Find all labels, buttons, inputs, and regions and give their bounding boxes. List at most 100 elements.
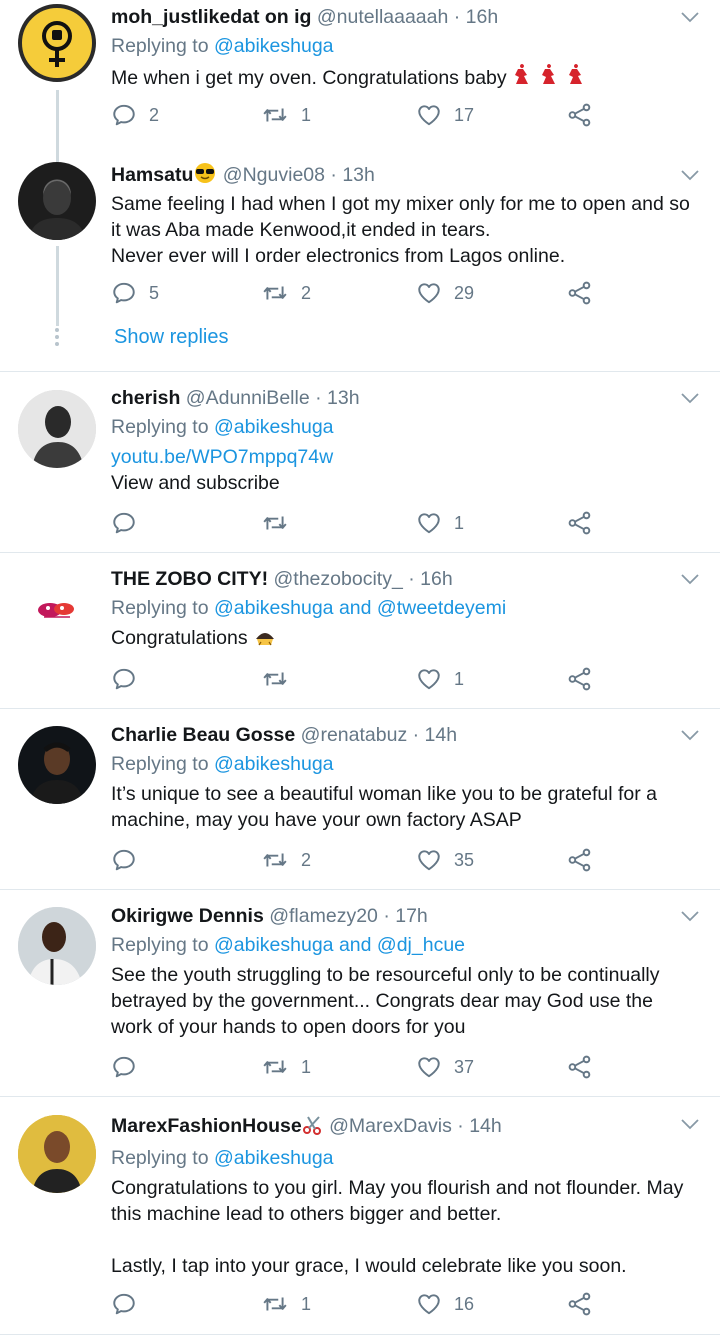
like-button[interactable]: 29 xyxy=(416,277,474,309)
mention-link[interactable]: @dj_hcue xyxy=(377,934,465,956)
replying-to-label: Replying to xyxy=(111,35,209,57)
handle[interactable]: @flamezy20 xyxy=(269,905,378,927)
handle[interactable]: @renatabuz xyxy=(301,724,408,746)
timestamp: · 14h xyxy=(412,724,458,746)
tweet-text-line xyxy=(111,1227,700,1253)
avatar[interactable] xyxy=(18,571,96,649)
reply-icon xyxy=(111,510,137,536)
like-count: 1 xyxy=(454,668,465,689)
tweet[interactable]: MarexFashionHouse @MarexDavis · 14h Repl… xyxy=(0,1097,720,1333)
avatar[interactable] xyxy=(18,907,96,985)
like-button[interactable]: 1 xyxy=(416,663,464,695)
chevron-down-icon[interactable] xyxy=(680,391,700,405)
mention-link[interactable]: @abikeshuga xyxy=(214,416,334,438)
like-count: 37 xyxy=(454,1056,475,1077)
chevron-down-icon[interactable] xyxy=(680,1117,700,1131)
retweet-button[interactable]: 1 xyxy=(261,1051,311,1083)
like-count: 29 xyxy=(454,282,475,303)
url-link[interactable]: youtu.be/WPO7mppq74w xyxy=(111,444,700,470)
retweet-button[interactable]: 2 xyxy=(261,844,311,876)
and-label: and xyxy=(338,934,372,956)
chevron-down-icon[interactable] xyxy=(680,728,700,742)
display-name[interactable]: THE ZOBO CITY! xyxy=(111,568,268,590)
display-name[interactable]: moh_justlikedat on ig xyxy=(111,6,311,28)
reply-button[interactable]: 2 xyxy=(111,99,159,131)
handle[interactable]: @thezobocity_ xyxy=(274,568,403,590)
display-name[interactable]: Okirigwe Dennis xyxy=(111,905,264,927)
like-button[interactable]: 16 xyxy=(416,1288,474,1320)
avatar[interactable] xyxy=(18,1115,96,1193)
replying-to-label: Replying to xyxy=(111,416,209,438)
reply-button[interactable] xyxy=(111,1288,149,1320)
tweet[interactable]: Okirigwe Dennis @flamezy20 · 17h Replyin… xyxy=(0,890,720,1096)
mention-link[interactable]: @abikeshuga xyxy=(214,1147,334,1169)
chevron-down-icon[interactable] xyxy=(680,10,700,24)
share-button[interactable] xyxy=(567,1051,593,1083)
retweet-button[interactable]: 1 xyxy=(261,1288,311,1320)
tweet[interactable]: Charlie Beau Gosse @renatabuz · 14h Repl… xyxy=(0,709,720,889)
retweet-count: 2 xyxy=(301,282,312,303)
reply-button[interactable] xyxy=(111,1051,149,1083)
chevron-down-icon[interactable] xyxy=(680,909,700,923)
tweet[interactable]: THE ZOBO CITY! @thezobocity_ · 16h Reply… xyxy=(0,553,720,708)
handle[interactable]: @MarexDavis xyxy=(329,1115,452,1137)
display-name[interactable]: cherish xyxy=(111,387,180,409)
share-button[interactable] xyxy=(567,663,593,695)
show-replies-link[interactable]: Show replies xyxy=(114,326,229,349)
like-count: 16 xyxy=(454,1293,475,1314)
retweet-button[interactable]: 2 xyxy=(261,277,311,309)
retweet-icon xyxy=(261,666,289,692)
timestamp: · 17h xyxy=(383,905,428,927)
avatar[interactable] xyxy=(18,4,96,82)
heart-icon xyxy=(416,280,442,306)
share-button[interactable] xyxy=(567,507,593,539)
like-button[interactable]: 37 xyxy=(416,1051,474,1083)
like-button[interactable]: 35 xyxy=(416,844,474,876)
share-button[interactable] xyxy=(567,844,593,876)
replying-to-label: Replying to xyxy=(111,597,209,619)
retweet-button[interactable]: 1 xyxy=(261,99,311,131)
retweet-button[interactable] xyxy=(261,507,301,539)
share-button[interactable] xyxy=(567,1288,593,1320)
heart-icon xyxy=(416,1291,442,1317)
chevron-down-icon[interactable] xyxy=(680,572,700,586)
share-icon xyxy=(567,1054,593,1080)
handle[interactable]: @AdunniBelle xyxy=(186,387,310,409)
avatar[interactable] xyxy=(18,162,96,240)
reply-button[interactable] xyxy=(111,507,149,539)
tweet[interactable]: moh_justlikedat on ig @nutellaaaaah · 16… xyxy=(0,0,720,160)
scissors-emoji-icon xyxy=(302,1115,324,1142)
reply-button[interactable] xyxy=(111,844,149,876)
display-name[interactable]: Hamsatu xyxy=(111,164,193,186)
reply-button[interactable]: 5 xyxy=(111,277,159,309)
tweet[interactable]: cherish @AdunniBelle · 13h Replying to @… xyxy=(0,372,720,552)
mention-link[interactable]: @abikeshuga xyxy=(214,753,334,775)
display-name[interactable]: Charlie Beau Gosse xyxy=(111,724,295,746)
chevron-down-icon[interactable] xyxy=(680,168,700,182)
tweet-text-line: betrayed by the government... Congrats d… xyxy=(111,990,653,1012)
tweet[interactable]: Hamsatu @Nguvie08 · 13h Same feeling I h… xyxy=(0,160,720,372)
mention-link[interactable]: @abikeshuga xyxy=(214,934,334,956)
mention-link[interactable]: @tweetdeyemi xyxy=(377,597,506,619)
tweet-text-line: work of your hands to open doors for you xyxy=(111,1016,466,1038)
reply-icon xyxy=(111,666,137,692)
handle[interactable]: @nutellaaaaah xyxy=(317,6,448,28)
retweet-icon xyxy=(261,1054,289,1080)
share-icon xyxy=(567,280,593,306)
avatar[interactable] xyxy=(18,726,96,804)
like-button[interactable]: 17 xyxy=(416,99,474,131)
avatar[interactable] xyxy=(18,390,96,468)
handle[interactable]: @Nguvie08 xyxy=(223,164,325,186)
like-button[interactable]: 1 xyxy=(416,507,464,539)
retweet-button[interactable] xyxy=(261,663,301,695)
tweet-text-line: It’s unique to see a beautiful woman lik… xyxy=(111,783,657,805)
mention-link[interactable]: @abikeshuga xyxy=(214,597,334,619)
reply-button[interactable] xyxy=(111,663,149,695)
share-button[interactable] xyxy=(567,277,593,309)
like-count: 1 xyxy=(454,512,465,533)
tweet-text-line: machine, may you have your own factory A… xyxy=(111,809,522,831)
share-icon xyxy=(567,666,593,692)
display-name[interactable]: MarexFashionHouse xyxy=(111,1115,302,1137)
mention-link[interactable]: @abikeshuga xyxy=(214,35,334,57)
share-button[interactable] xyxy=(567,99,593,131)
